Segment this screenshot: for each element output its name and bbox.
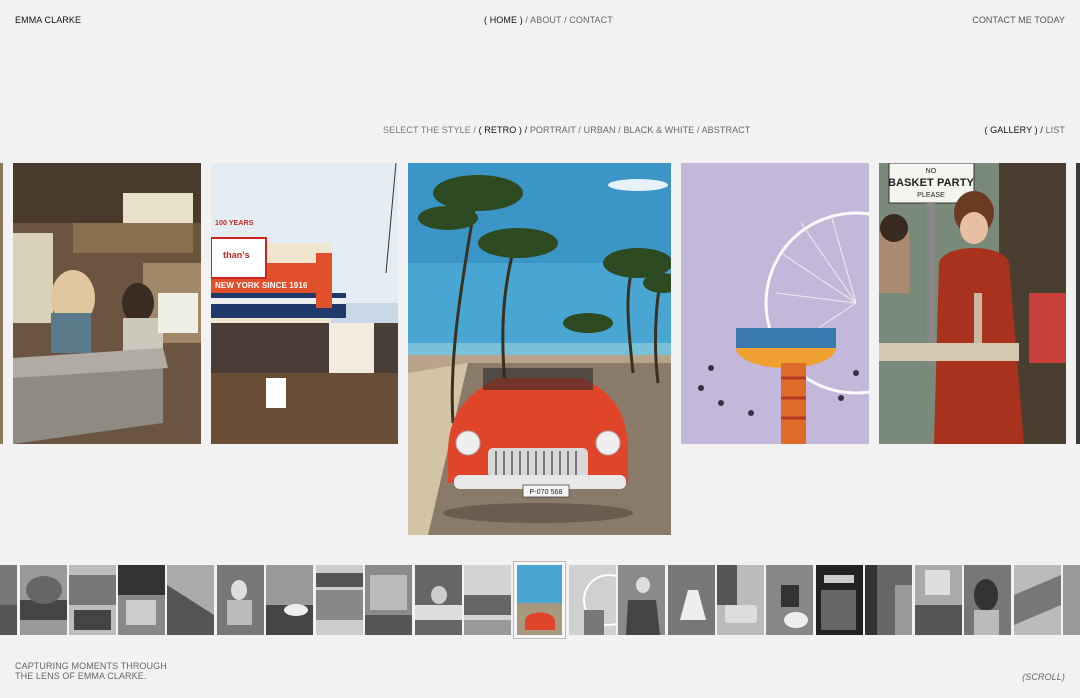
thumbnail[interactable] — [118, 565, 165, 635]
party-sign-line3: PLEASE — [917, 192, 945, 199]
thumbnail[interactable] — [20, 565, 67, 635]
car-plate-text: P-070 568 — [529, 489, 562, 496]
thumbnail-selected[interactable] — [513, 561, 566, 639]
thumbnail[interactable] — [0, 565, 17, 635]
nav-home[interactable]: ( HOME ) — [484, 15, 523, 25]
thumbnail[interactable] — [69, 565, 116, 635]
filter-black-white[interactable]: BLACK & WHITE / — [623, 125, 699, 135]
thumbnail[interactable] — [316, 565, 363, 635]
thumbnail[interactable] — [865, 565, 912, 635]
carnival-ride-photo[interactable] — [681, 163, 869, 444]
carousel-edge-left[interactable] — [0, 163, 3, 444]
thumbnail[interactable] — [464, 565, 511, 635]
nav-contact[interactable]: / CONTACT — [564, 15, 613, 25]
thumbnail[interactable] — [964, 565, 1011, 635]
thumbnail[interactable] — [618, 565, 665, 635]
view-list[interactable]: LIST — [1046, 125, 1065, 135]
thumbnail[interactable] — [717, 565, 764, 635]
filter-urban[interactable]: URBAN / — [584, 125, 621, 135]
rv-interior-photo[interactable] — [13, 163, 201, 444]
filter-retro[interactable]: ( RETRO ) / — [479, 125, 528, 135]
thumbnail[interactable] — [1014, 565, 1061, 635]
view-toggle: ( GALLERY ) / LIST — [984, 125, 1065, 135]
party-sign-line1: NO — [926, 168, 937, 175]
tagline: CAPTURING MOMENTS THROUGH THE LENS OF EM… — [15, 661, 167, 681]
filter-portrait[interactable]: PORTRAIT / — [530, 125, 581, 135]
thumbnail[interactable] — [816, 565, 863, 635]
party-sign-line2: BASKET PARTY — [888, 177, 975, 189]
boardwalk-sign-text: NEW YORK SINCE 1916 — [215, 281, 308, 290]
thumbnail[interactable] — [217, 565, 264, 635]
boardwalk-badge-text: 100 YEARS — [215, 220, 254, 227]
thumbnail[interactable] — [266, 565, 313, 635]
basket-party-photo[interactable]: NO BASKET PARTY PLEASE — [879, 163, 1066, 444]
brand-logo[interactable]: EMMA CLARKE — [15, 15, 81, 25]
tagline-line1: CAPTURING MOMENTS THROUGH — [15, 661, 167, 671]
filter-prefix: SELECT THE STYLE / — [383, 125, 476, 135]
boardwalk-shop-text: than's — [223, 250, 250, 260]
boardwalk-photo[interactable]: NEW YORK SINCE 1916 than's 100 YEARS — [211, 163, 398, 444]
view-gallery[interactable]: ( GALLERY ) / — [984, 125, 1043, 135]
thumbnail[interactable] — [415, 565, 462, 635]
thumbnail[interactable] — [1063, 565, 1080, 635]
scroll-hint: (SCROLL) — [1022, 672, 1065, 682]
thumbnail[interactable] — [766, 565, 813, 635]
contact-cta-link[interactable]: CONTACT ME TODAY — [972, 15, 1065, 25]
main-nav: ( HOME ) / ABOUT / CONTACT — [484, 15, 613, 25]
tagline-line2: THE LENS OF EMMA CLARKE. — [15, 671, 147, 681]
thumbnail[interactable] — [915, 565, 962, 635]
thumbnail[interactable] — [569, 565, 616, 635]
red-convertible-photo[interactable]: P-070 568 — [408, 163, 671, 535]
filter-abstract[interactable]: ABSTRACT — [702, 125, 751, 135]
carousel-edge-right[interactable] — [1076, 163, 1080, 444]
thumbnail[interactable] — [167, 565, 214, 635]
thumbnail[interactable] — [668, 565, 715, 635]
nav-about[interactable]: / ABOUT — [525, 15, 561, 25]
style-filter: SELECT THE STYLE / ( RETRO ) / PORTRAIT … — [383, 125, 750, 135]
thumbnail[interactable] — [365, 565, 412, 635]
